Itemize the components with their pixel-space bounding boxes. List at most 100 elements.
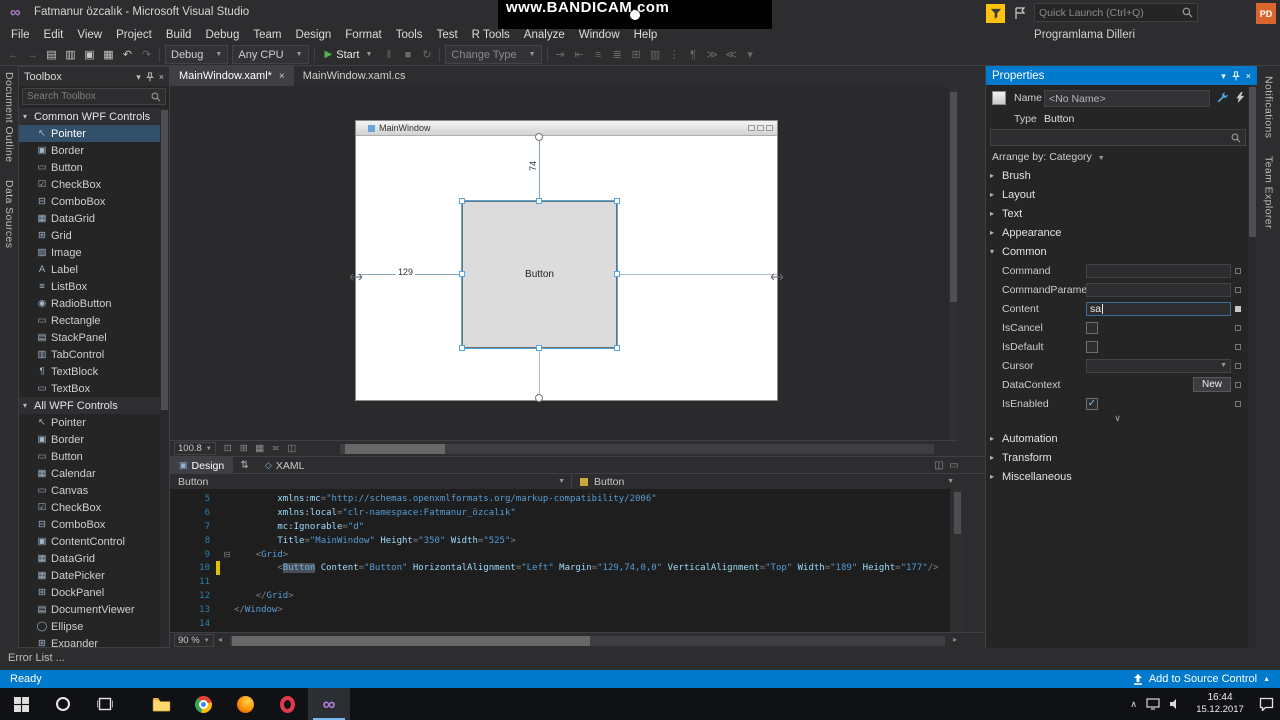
toolbox-item-border[interactable]: ▣ Border — [19, 431, 160, 448]
file-explorer-button[interactable] — [140, 688, 182, 720]
side-tab-notifications[interactable]: Notifications — [1263, 76, 1275, 138]
checkbox[interactable] — [1086, 340, 1098, 353]
toolbox-item-ellipse[interactable]: ◯ Ellipse — [19, 618, 160, 635]
toolbox-item-datepicker[interactable]: ▦ DatePicker — [19, 567, 160, 584]
menu-edit[interactable]: Edit — [37, 26, 71, 44]
toolbox-item-checkbox[interactable]: ☑ CheckBox — [19, 499, 160, 516]
visual-studio-button[interactable]: ∞ — [308, 688, 350, 720]
property-value-field[interactable] — [1086, 282, 1231, 297]
account-name[interactable]: Programlama Dilleri — [1034, 26, 1135, 44]
properties-header[interactable]: Properties ▾ × — [986, 66, 1257, 85]
chevron-down-icon[interactable]: ▾ — [136, 72, 141, 82]
code-line-6[interactable]: 6 xmlns:local="clr-namespace:Fatmanur_öz… — [170, 506, 950, 520]
properties-wrench-icon[interactable] — [1216, 91, 1229, 107]
menu-team[interactable]: Team — [246, 26, 288, 44]
source-control-button[interactable]: Add to Source Control ▲ — [1133, 673, 1270, 685]
toolbox-item-combobox[interactable]: ⊟ ComboBox — [19, 193, 160, 210]
properties-search-input[interactable] — [995, 132, 1231, 143]
toolbox-item-label[interactable]: A Label — [19, 261, 160, 278]
property-marker[interactable] — [1235, 363, 1241, 369]
toolbox-item-button[interactable]: ▭ Button — [19, 159, 160, 176]
menu-tools[interactable]: Tools — [389, 26, 430, 44]
redo-icon[interactable]: ↷ — [137, 45, 156, 64]
properties-section-miscellaneous[interactable]: ▸ Miscellaneous — [986, 467, 1249, 486]
vertical-split-icon[interactable]: ◫ — [934, 460, 943, 471]
code-horizontal-scrollbar[interactable] — [230, 636, 945, 646]
resize-handle-sw[interactable] — [459, 345, 465, 351]
show-grid-icon[interactable]: ⊞ — [236, 443, 252, 454]
resize-handle-s[interactable] — [536, 345, 542, 351]
resize-handle-se[interactable] — [614, 345, 620, 351]
outdent-icon[interactable]: ≪ — [722, 45, 741, 64]
start-menu-button[interactable] — [0, 688, 42, 720]
task-view-button[interactable] — [84, 688, 126, 720]
resize-handle-ne[interactable] — [614, 198, 620, 204]
breadcrumb-member-dropdown[interactable]: Button ▼ — [572, 474, 960, 490]
toolbox-item-expander[interactable]: ⊞ Expander — [19, 635, 160, 648]
toolbox-item-pointer[interactable]: ↖ Pointer — [19, 125, 160, 142]
code-line-14[interactable]: 14 — [170, 617, 950, 631]
property-marker[interactable] — [1235, 268, 1241, 274]
properties-section-brush[interactable]: ▸ Brush — [986, 166, 1249, 185]
expand-pane-icon[interactable]: ▭ — [950, 460, 959, 471]
toolbox-header[interactable]: Toolbox ▾ × — [19, 67, 169, 86]
tab-xaml[interactable]: ◇ XAML — [256, 457, 314, 474]
side-tab-team-explorer[interactable]: Team Explorer — [1263, 156, 1275, 229]
anchor-circle-top-icon[interactable] — [535, 133, 543, 141]
resize-handle-e[interactable] — [614, 271, 620, 277]
toolbox-group-common-wpf-controls[interactable]: ▾ Common WPF Controls — [19, 108, 160, 125]
pin-icon[interactable] — [1231, 70, 1240, 81]
property-marker[interactable] — [1235, 344, 1241, 350]
stop-icon[interactable]: ■ — [398, 45, 417, 64]
toolbox-item-listbox[interactable]: ≡ ListBox — [19, 278, 160, 295]
properties-section-layout[interactable]: ▸ Layout — [986, 185, 1249, 204]
menu-design[interactable]: Design — [288, 26, 338, 44]
new-file-icon[interactable]: ▤ — [42, 45, 61, 64]
resize-handle-n[interactable] — [536, 198, 542, 204]
properties-section-automation[interactable]: ▸ Automation — [986, 429, 1249, 448]
toolbox-item-documentviewer[interactable]: ▤ DocumentViewer — [19, 601, 160, 618]
design-canvas[interactable]: MainWindow 74 129 Button — [349, 120, 784, 402]
properties-section-appearance[interactable]: ▸ Appearance — [986, 223, 1249, 242]
toolbox-item-dockpanel[interactable]: ⊞ DockPanel — [19, 584, 160, 601]
property-marker[interactable] — [1235, 306, 1241, 312]
anchor-arrow-right-icon[interactable] — [770, 270, 784, 284]
pause-icon[interactable]: ‖ — [379, 45, 398, 64]
scrollbar-thumb[interactable] — [954, 492, 961, 534]
scrollbar-thumb[interactable] — [950, 92, 957, 302]
scroll-left-icon[interactable]: ◂ — [218, 635, 222, 644]
firefox-button[interactable] — [224, 688, 266, 720]
events-bolt-icon[interactable] — [1234, 91, 1245, 107]
indent-icon[interactable]: ≫ — [703, 45, 722, 64]
resize-handle-w[interactable] — [459, 271, 465, 277]
scrollbar-thumb[interactable] — [161, 110, 168, 410]
code-vertical-scrollbar[interactable] — [953, 489, 962, 632]
scrollbar-thumb[interactable] — [345, 444, 445, 454]
tray-expand-icon[interactable]: ∧ — [1130, 699, 1137, 710]
code-zoom-dropdown[interactable]: 90 % ▼ — [174, 634, 214, 647]
close-icon[interactable]: × — [279, 71, 285, 82]
align-blocks-icon[interactable]: ≣ — [608, 45, 627, 64]
code-line-10[interactable]: 10 <Button Content="Button" HorizontalAl… — [170, 561, 950, 576]
expand-more-properties[interactable]: ∨ — [986, 413, 1249, 429]
quick-launch-input[interactable] — [1039, 6, 1182, 19]
toolbox-group-all-wpf-controls[interactable]: ▾ All WPF Controls — [19, 397, 160, 414]
chrome-button[interactable] — [182, 688, 224, 720]
toolbox-scrollbar[interactable] — [160, 108, 169, 647]
toolbox-item-stackpanel[interactable]: ▤ StackPanel — [19, 329, 160, 346]
opera-button[interactable] — [266, 688, 308, 720]
tab-mainwindow-xaml-cs[interactable]: MainWindow.xaml.cs — [294, 66, 415, 86]
toolbox-item-tabcontrol[interactable]: ▥ TabControl — [19, 346, 160, 363]
menu-format[interactable]: Format — [338, 26, 388, 44]
list-members-icon[interactable]: ⋮ — [665, 45, 684, 64]
designer-vertical-scrollbar[interactable] — [949, 86, 958, 440]
scrollbar-thumb[interactable] — [1249, 87, 1256, 237]
grid-toggle-icon[interactable]: ⊞ — [627, 45, 646, 64]
toolbox-item-border[interactable]: ▣ Border — [19, 142, 160, 159]
property-value-field[interactable]: sa — [1086, 301, 1231, 316]
xaml-code-editor[interactable]: 5 xmlns:mc="http://schemas.openxmlformat… — [170, 489, 950, 632]
snaplines-icon[interactable]: ≍ — [268, 443, 284, 454]
menu-test[interactable]: Test — [430, 26, 465, 44]
code-line-8[interactable]: 8 Title="MainWindow" Height="350" Width=… — [170, 534, 950, 548]
step-out-icon[interactable]: ⇤ — [570, 45, 589, 64]
